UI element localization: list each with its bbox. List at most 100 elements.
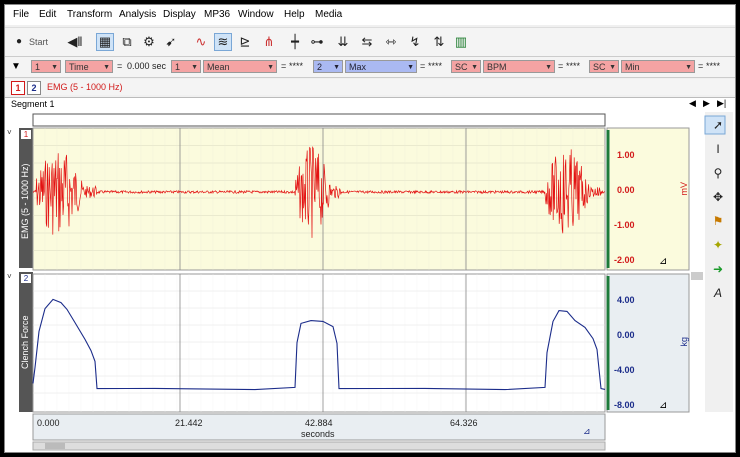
arrow-right-icon[interactable]: ➜ — [709, 260, 727, 278]
recycle-icon[interactable]: ↯ — [407, 34, 423, 50]
nodes-icon[interactable]: ⊶ — [309, 34, 325, 50]
meas2-type[interactable]: Mean ▼ — [203, 60, 277, 73]
ch2-plot-bg[interactable] — [32, 273, 606, 413]
app-window: File Edit Transform Analysis Display MP3… — [4, 4, 736, 453]
waveform-icon[interactable]: ∿ — [193, 34, 209, 50]
i-beam-icon[interactable]: I — [709, 140, 727, 158]
channel-2-button[interactable]: 2 — [27, 81, 41, 95]
meas1-channel-value: 1 — [35, 62, 41, 72]
x-tick: 21.442 — [175, 418, 203, 428]
equals-5: = — [698, 61, 704, 71]
marker-icon[interactable]: ┿ — [287, 34, 303, 50]
ch1-autoscale-icon[interactable]: ⊿ — [659, 256, 667, 267]
ch2-collapse-icon[interactable]: ˅ — [7, 272, 12, 281]
segment-prev-icon[interactable]: ◀ — [689, 98, 696, 109]
segment-label: Segment 1 — [11, 99, 55, 109]
meas4-type[interactable]: BPM ▼ — [483, 60, 555, 73]
meas4-channel[interactable]: SC ▼ — [451, 60, 481, 73]
menu-analysis[interactable]: Analysis — [119, 9, 156, 20]
meas2-channel[interactable]: 1 ▼ — [171, 60, 201, 73]
font-icon[interactable]: A — [709, 284, 727, 302]
ch2-name: Clench Force — [20, 315, 30, 369]
graph-select-icon[interactable]: ⧉ — [119, 34, 135, 50]
active-channel-label: EMG (5 - 1000 Hz) — [47, 82, 123, 92]
collapse-arrow-icon[interactable]: ▼ — [11, 61, 21, 72]
segment-end-icon[interactable]: ▶| — [717, 98, 726, 109]
start-icon[interactable]: ● — [11, 34, 27, 50]
meas3-type-value: Max — [349, 62, 367, 72]
x-tick: 64.326 — [450, 418, 478, 428]
channel-1-button[interactable]: 1 — [11, 81, 25, 95]
meas1-type-value: Time — [69, 62, 89, 72]
meas2-type-value: Mean — [207, 62, 230, 72]
channel-row: 1 2 EMG (5 - 1000 Hz) — [5, 79, 735, 95]
meas5-channel[interactable]: SC ▼ — [589, 60, 619, 73]
wand-icon[interactable]: ✦ — [709, 236, 727, 254]
meas1-type[interactable]: Time ▼ — [65, 60, 113, 73]
toolbar: ● Start ◀‖ ▦ ⧉ ⚙ ➹ ∿ ≋ ⊵ ⋔ ┿ ⊶ ⇊ ⇆ ⇿ ↯ ⇅… — [5, 27, 735, 57]
arrow-pointer-icon[interactable]: ➚ — [709, 116, 727, 134]
bar-chart-icon[interactable]: ▥ — [453, 34, 469, 50]
plot-area: 1 2 ˅ ˅ EMG (5 - 1000 Hz) Clench Force 1… — [5, 112, 735, 452]
ch1-number: 1 — [21, 130, 31, 139]
menu-window[interactable]: Window — [238, 9, 274, 20]
meas1-channel[interactable]: 1 ▼ — [31, 60, 61, 73]
stretch-icon[interactable]: ⇿ — [383, 34, 399, 50]
meas5-channel-value: SC — [593, 62, 606, 72]
rewind-icon[interactable]: ◀‖ — [67, 34, 83, 50]
move-icon[interactable]: ✥ — [709, 188, 727, 206]
meas4-channel-value: SC — [455, 62, 468, 72]
meas2-channel-value: 1 — [175, 62, 181, 72]
gear-icon[interactable]: ⚙ — [141, 34, 157, 50]
meas5-type-value: Min — [625, 62, 640, 72]
meas5-type[interactable]: Min ▼ — [621, 60, 695, 73]
ch1-ytick: -1.00 — [614, 220, 635, 230]
menu-media[interactable]: Media — [315, 9, 342, 20]
ch2-ytick: -4.00 — [614, 365, 635, 375]
ch1-unit: mV — [679, 182, 689, 196]
x-axis-autoscale-icon[interactable]: ⊿ — [583, 426, 591, 437]
menu-transform[interactable]: Transform — [67, 9, 112, 20]
segment-bar: Segment 1 ◀ ▶ ▶| — [5, 97, 735, 113]
vertical-scroll-thumb[interactable] — [691, 272, 703, 280]
segment-next-icon[interactable]: ▶ — [703, 98, 710, 109]
menu-display[interactable]: Display — [163, 9, 196, 20]
ch2-ytick: -8.00 — [614, 400, 635, 410]
start-button[interactable]: Start — [29, 37, 48, 47]
pointer-wand-icon[interactable]: ➹ — [163, 34, 179, 50]
menu-help[interactable]: Help — [284, 9, 305, 20]
ch2-autoscale-icon[interactable]: ⊿ — [659, 400, 667, 411]
ch1-name: EMG (5 - 1000 Hz) — [20, 163, 30, 239]
equals-2: = — [281, 61, 287, 71]
ch2-ytick: 0.00 — [617, 330, 635, 340]
overlap-icon[interactable]: ≋ — [214, 33, 232, 51]
ch2-unit: kg — [679, 337, 689, 347]
menu-mp36[interactable]: MP36 — [204, 9, 230, 20]
menu-file[interactable]: File — [13, 9, 29, 20]
meas4-value: **** — [566, 61, 581, 71]
meas3-channel[interactable]: 2 ▼ — [313, 60, 343, 73]
ch2-number: 2 — [21, 274, 31, 283]
meas5-value: **** — [706, 61, 721, 71]
ch1-ytick: 0.00 — [617, 185, 635, 195]
menu-bar: File Edit Transform Analysis Display MP3… — [5, 5, 735, 25]
compress-icon[interactable]: ⇊ — [335, 34, 351, 50]
meas2-value: **** — [289, 61, 304, 71]
menu-edit[interactable]: Edit — [39, 9, 56, 20]
flag-icon[interactable]: ⚑ — [709, 212, 727, 230]
ch1-collapse-icon[interactable]: ˅ — [7, 128, 12, 137]
zoom-icon[interactable]: ⚲ — [709, 164, 727, 182]
meas3-type[interactable]: Max ▼ — [345, 60, 417, 73]
equals-4: = — [558, 61, 564, 71]
expand-icon[interactable]: ⇆ — [359, 34, 375, 50]
grid-icon[interactable]: ▦ — [96, 33, 114, 51]
meas3-value: **** — [428, 61, 443, 71]
scrollbar-thumb[interactable] — [45, 443, 65, 449]
meas4-type-value: BPM — [487, 62, 507, 72]
chart-icon[interactable]: ⊵ — [237, 34, 253, 50]
top-scroll-strip[interactable] — [32, 113, 606, 127]
x-tick: 42.884 — [305, 418, 333, 428]
horizontal-scrollbar[interactable] — [32, 441, 606, 451]
sort-icon[interactable]: ⇅ — [431, 34, 447, 50]
split-icon[interactable]: ⋔ — [261, 34, 277, 50]
